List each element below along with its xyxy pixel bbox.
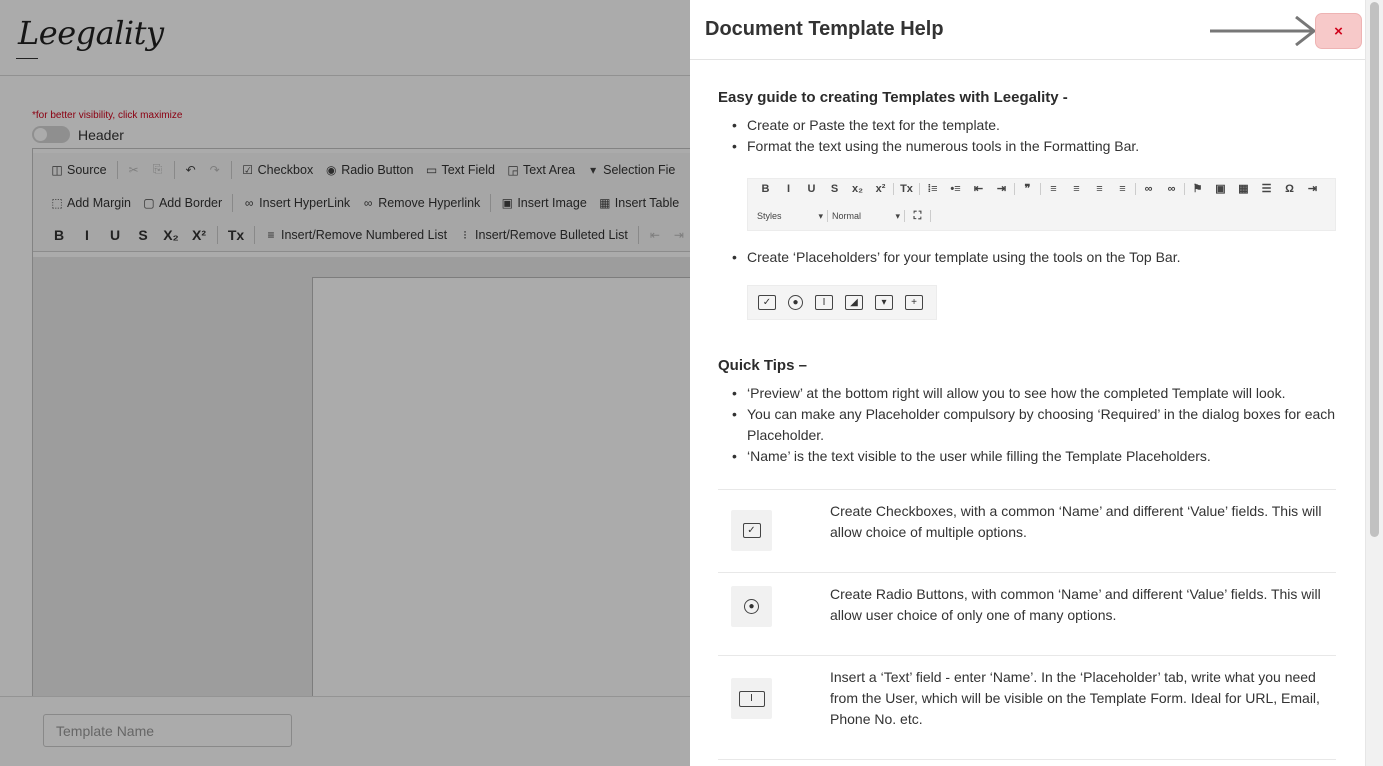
format-tool-icon: ≡ <box>1096 182 1103 195</box>
separator <box>1040 182 1041 195</box>
text-field-icon: I <box>731 678 772 719</box>
text-field-icon: I <box>815 295 833 310</box>
text-field-description: Insert a ‘Text’ field - enter ‘Name’. In… <box>830 669 1320 727</box>
format-tool-icon: ∞ <box>1167 182 1176 195</box>
format-tool-icon: ▣ <box>1215 183 1226 195</box>
chevron-down-icon: ▾ <box>895 210 900 221</box>
divider <box>718 572 1336 573</box>
quick-tips-title: Quick Tips – <box>718 357 807 374</box>
tip-bullet: ‘Preview’ at the bottom right will allow… <box>732 383 1337 404</box>
separator <box>893 182 894 195</box>
help-panel: Document Template Help × Easy guide to c… <box>690 0 1383 766</box>
chevron-down-icon: ▾ <box>818 210 823 221</box>
format-tool-icon: S <box>830 182 839 195</box>
formatting-bar-image: B I U Sx₂ x² Tx ⁞≡ •≡ ⇤ ⇥ ❞ ≡ ≡ ≡ ≡ ∞ ∞ ⚑ ▣ ▦ ☰ Ω ⇥ Styles ▾ No… <box>747 178 1336 231</box>
guide-bullet: Create or Paste the text for the templat… <box>732 115 1337 136</box>
separator <box>919 182 920 195</box>
checkbox-description: Create Checkboxes, with a common ‘Name’ … <box>830 503 1322 540</box>
checkbox-icon: ✓ <box>731 510 772 551</box>
format-tool-icon: ▦ <box>1238 183 1249 195</box>
format-tool-icon: ∞ <box>1144 182 1153 195</box>
placeholder-bullet: Create ‘Placeholders’ for your template … <box>732 247 1337 268</box>
arrow-pointer-icon <box>1210 16 1317 46</box>
radio-glyph: ● <box>744 599 759 614</box>
checkbox-icon: ✓ <box>758 295 776 310</box>
radio-icon: ● <box>731 586 772 627</box>
format-tool-icon: B <box>761 182 770 195</box>
format-tool-icon: ≡ <box>1050 182 1057 195</box>
close-button[interactable]: × <box>1315 13 1362 49</box>
radio-icon: ● <box>788 295 803 310</box>
format-tool-icon: ⁞≡ <box>927 182 938 195</box>
guide-bullet: Format the text using the numerous tools… <box>732 136 1337 157</box>
format-select: Normal ▾ <box>829 209 903 223</box>
format-tool-icon: ❞ <box>1024 183 1031 195</box>
scrollbar-thumb[interactable] <box>1370 2 1379 537</box>
format-tool-icon: ☰ <box>1261 183 1272 195</box>
placeholder-tools-image: ✓ ● I ◢ ▾ + <box>747 285 937 320</box>
text-field-glyph: I <box>738 690 765 707</box>
help-panel-title: Document Template Help <box>705 18 944 40</box>
format-tool-icon: •≡ <box>950 182 961 195</box>
styles-select: Styles ▾ <box>754 209 826 223</box>
help-panel-content[interactable]: Easy guide to creating Templates with Le… <box>690 61 1365 766</box>
divider <box>718 759 1336 760</box>
help-panel-header: Document Template Help × <box>690 0 1365 60</box>
format-tool-icon: I <box>786 182 791 195</box>
format-tool-icon: ⇥ <box>1307 183 1318 195</box>
separator <box>930 210 931 222</box>
separator <box>1014 182 1015 195</box>
checkbox-glyph: ✓ <box>742 523 761 538</box>
tip-bullet: You can make any Placeholder compulsory … <box>732 404 1337 446</box>
separator <box>904 210 905 222</box>
format-tool-icon: Tx <box>900 182 913 195</box>
formatting-bar-row: B I U Sx₂ x² Tx ⁞≡ •≡ ⇤ ⇥ ❞ ≡ ≡ ≡ ≡ ∞ ∞ ⚑ ▣ ▦ ☰ Ω ⇥ <box>754 182 1324 195</box>
separator <box>1135 182 1136 195</box>
selection-field-icon: ▾ <box>875 295 893 310</box>
guide-title: Easy guide to creating Templates with Le… <box>718 89 1068 106</box>
divider <box>718 655 1336 656</box>
format-tool-icon: x² <box>875 182 886 195</box>
maximize-icon: ⛶ <box>913 209 922 222</box>
format-tool-icon: ⇤ <box>973 183 984 195</box>
format-tool-icon: ⇥ <box>996 183 1007 195</box>
add-document-icon: + <box>905 295 923 310</box>
formatting-bar-row: Styles ▾ Normal ▾ ⛶ <box>754 209 932 223</box>
separator <box>827 210 828 222</box>
format-tool-icon: ⚑ <box>1192 183 1203 195</box>
format-tool-icon: Ω <box>1285 182 1294 195</box>
format-tool-icon: ≡ <box>1119 182 1126 195</box>
separator <box>1184 182 1185 195</box>
divider <box>718 489 1336 490</box>
tip-bullet: ‘Name’ is the text visible to the user w… <box>732 446 1337 467</box>
format-tool-icon: ≡ <box>1073 182 1080 195</box>
format-tool-icon: U <box>807 182 816 195</box>
scrollbar[interactable] <box>1365 0 1383 766</box>
styles-select-label: Styles <box>757 211 782 221</box>
radio-description: Create Radio Buttons, with common ‘Name’… <box>830 586 1321 623</box>
format-tool-icon: x₂ <box>851 182 863 195</box>
format-select-label: Normal <box>832 211 862 221</box>
text-area-icon: ◢ <box>845 295 863 310</box>
